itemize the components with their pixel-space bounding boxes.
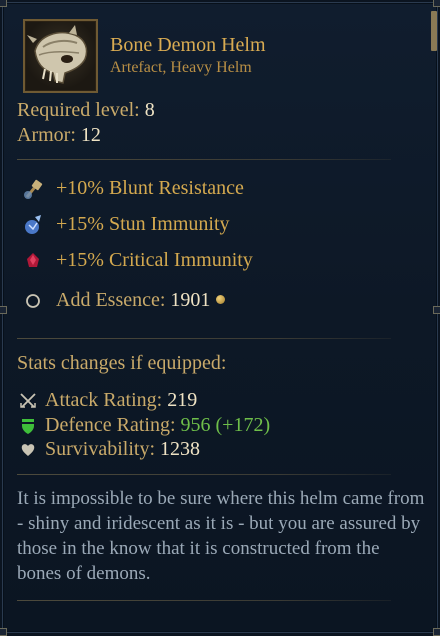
survivability: Survivability: 1238 xyxy=(45,438,200,461)
stun-immunity-icon xyxy=(25,215,41,234)
armor-value: 12 xyxy=(80,124,101,146)
survivability-label: Survivability: xyxy=(45,438,155,460)
add-essence-label: Add Essence: xyxy=(56,289,166,311)
frame-corner xyxy=(433,0,440,7)
item-description: It is impossible to be sure where this h… xyxy=(17,488,425,584)
attack-rating-value: 219 xyxy=(167,389,198,411)
divider xyxy=(17,159,391,160)
add-essence-value: 1901 xyxy=(170,289,211,311)
blunt-resistance-icon xyxy=(24,179,43,199)
shield-icon xyxy=(22,419,34,434)
bone-demon-helm-icon xyxy=(23,19,98,93)
crossed-swords-icon xyxy=(20,393,36,408)
essence-coin-icon xyxy=(216,295,226,304)
frame-corner xyxy=(0,0,7,7)
required-level-label: Required level: xyxy=(17,99,140,121)
heart-icon xyxy=(21,444,35,456)
divider xyxy=(17,600,391,601)
divider xyxy=(17,338,391,339)
essence-slot-icon xyxy=(26,294,40,308)
defence-rating-label: Defence Rating: xyxy=(45,414,176,436)
frame-corner xyxy=(0,306,7,314)
defence-rating: Defence Rating: 956 (+172) xyxy=(45,414,270,437)
stats-changes-title: Stats changes if equipped: xyxy=(17,352,227,374)
armor-label: Armor: xyxy=(17,124,76,146)
attack-rating: Attack Rating: 219 xyxy=(45,389,197,412)
scrollbar-thumb[interactable] xyxy=(431,11,437,51)
add-essence: Add Essence: 1901 xyxy=(56,289,226,312)
item-name: Bone Demon Helm xyxy=(110,34,266,56)
modifier-stun-immunity: +15% Stun Immunity xyxy=(56,213,230,235)
armor-stat: Armor: 12 xyxy=(17,124,101,147)
modifier-critical-immunity: +15% Critical Immunity xyxy=(56,249,253,271)
critical-immunity-icon xyxy=(27,253,39,267)
defence-rating-value: 956 (+172) xyxy=(180,414,271,436)
required-level-value: 8 xyxy=(144,99,155,121)
frame-corner xyxy=(433,306,440,314)
survivability-value: 1238 xyxy=(160,438,200,460)
modifier-blunt-resistance: +10% Blunt Resistance xyxy=(56,177,244,199)
attack-rating-label: Attack Rating: xyxy=(45,389,163,411)
item-type: Artefact, Heavy Helm xyxy=(110,59,252,76)
divider xyxy=(17,474,391,475)
required-level: Required level: 8 xyxy=(17,99,155,122)
